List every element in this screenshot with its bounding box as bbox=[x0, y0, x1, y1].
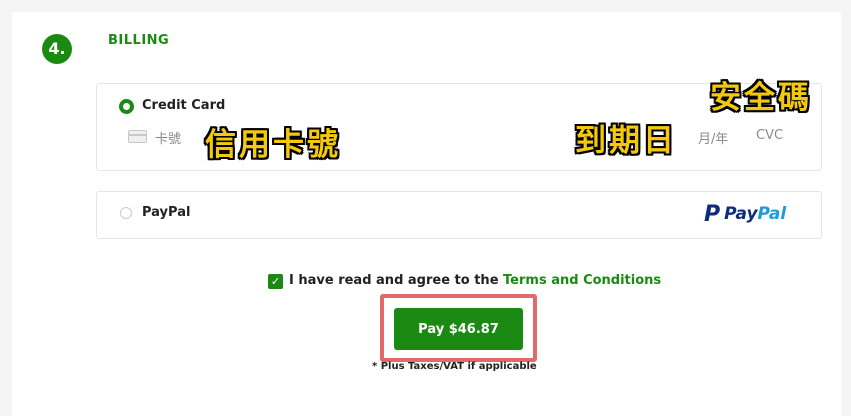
section-title: BILLING bbox=[108, 33, 170, 48]
paypal-radio[interactable] bbox=[120, 207, 132, 219]
paypal-logo-pal: Pal bbox=[757, 204, 787, 224]
credit-card-icon bbox=[128, 130, 147, 143]
annotation-expiry: 到期日 bbox=[575, 123, 677, 159]
terms-checkbox[interactable]: ✓ bbox=[268, 274, 283, 289]
paypal-logo-mark: P bbox=[704, 202, 721, 227]
credit-card-radio[interactable] bbox=[119, 99, 134, 114]
annotation-security-code: 安全碼 bbox=[710, 80, 812, 116]
pay-button[interactable]: Pay $46.87 bbox=[394, 308, 523, 350]
credit-card-label: Credit Card bbox=[142, 98, 226, 113]
cvc-input[interactable]: CVC bbox=[756, 128, 783, 143]
paypal-option[interactable]: PayPal P PayPal bbox=[96, 191, 822, 239]
card-number-input[interactable]: 卡號 bbox=[155, 128, 181, 147]
paypal-logo-pay: Pay bbox=[724, 204, 758, 224]
paypal-logo: P PayPal bbox=[704, 202, 786, 227]
terms-agreement-label: I have read and agree to the bbox=[289, 273, 504, 288]
terms-agreement-text: I have read and agree to the Terms and C… bbox=[289, 273, 661, 288]
paypal-label: PayPal bbox=[142, 205, 191, 220]
terms-and-conditions-link[interactable]: Terms and Conditions bbox=[503, 273, 661, 288]
expiry-input[interactable]: 月/年 bbox=[698, 128, 728, 147]
tax-note: * Plus Taxes/VAT if applicable bbox=[372, 361, 537, 372]
annotation-card-number: 信用卡號 bbox=[205, 127, 341, 163]
step-number-badge: 4. bbox=[42, 34, 72, 64]
